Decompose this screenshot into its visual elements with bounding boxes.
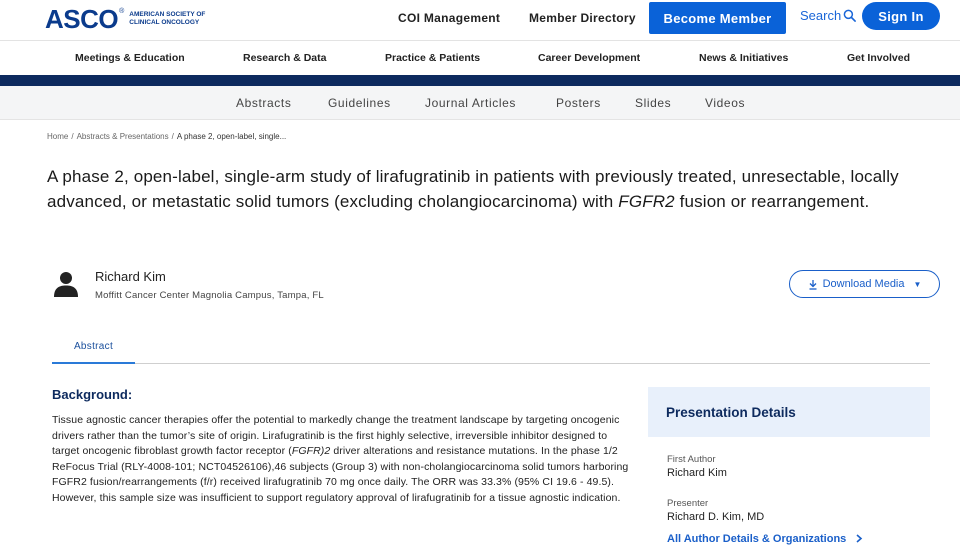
asco-logo[interactable]: ASCO ® American Society of Clinical Onco… <box>45 6 229 32</box>
member-directory-link[interactable]: Member Directory <box>529 11 636 25</box>
main-nav: Meetings & Education Research & Data Pra… <box>0 41 960 75</box>
first-author-value: Richard Kim <box>667 467 727 479</box>
breadcrumb-separator: / <box>171 132 174 141</box>
author-avatar-icon <box>54 272 78 297</box>
search-label: Search <box>800 8 842 23</box>
title-part2: fusion or rearrangement. <box>674 192 870 211</box>
background-text-italic: FGFR)2 <box>291 445 331 458</box>
logo-subtitle-line2: Clinical Oncology <box>129 19 200 26</box>
nav-practice-patients[interactable]: Practice & Patients <box>385 52 480 64</box>
page-title: A phase 2, open-label, single-arm study … <box>47 164 927 214</box>
sign-in-button[interactable]: Sign In <box>862 2 940 30</box>
subnav-videos[interactable]: Videos <box>705 96 745 110</box>
breadcrumb-home[interactable]: Home <box>47 132 68 141</box>
download-media-button[interactable]: Download Media ▼ <box>789 270 940 298</box>
logo-subtitle-line1: American Society of <box>129 11 206 18</box>
presenter-label: Presenter <box>667 498 709 509</box>
panel-title: Presentation Details <box>648 387 930 437</box>
search-button[interactable]: Search <box>800 8 857 23</box>
chevron-right-icon <box>856 534 863 543</box>
sub-nav: Abstracts Guidelines Journal Articles Po… <box>0 86 960 120</box>
subnav-slides[interactable]: Slides <box>635 96 671 110</box>
content-tabs: Abstract <box>52 330 930 364</box>
search-icon <box>843 9 857 22</box>
caret-down-icon: ▼ <box>913 279 922 289</box>
subnav-guidelines[interactable]: Guidelines <box>328 96 391 110</box>
background-text: Tissue agnostic cancer therapies offer t… <box>52 413 632 507</box>
title-gene-italic: FGFR2 <box>618 192 675 211</box>
subnav-abstracts[interactable]: Abstracts <box>236 96 291 110</box>
nav-get-involved[interactable]: Get Involved <box>847 52 910 64</box>
background-heading: Background: <box>52 387 133 402</box>
top-header: ASCO ® American Society of Clinical Onco… <box>0 0 960 41</box>
presentation-details-panel: Presentation Details First Author Richar… <box>648 387 930 558</box>
nav-research-data[interactable]: Research & Data <box>243 52 326 64</box>
breadcrumb: Home / Abstracts & Presentations / A phase 2… <box>47 132 286 141</box>
nav-divider-bar <box>0 75 960 86</box>
author-affiliation: Moffitt Cancer Center Magnolia Campus, T… <box>95 290 324 301</box>
breadcrumb-current: A phase 2, open-label, single... <box>176 132 287 141</box>
presenter-value: Richard D. Kim, MD <box>667 511 765 523</box>
nav-news-initiatives[interactable]: News & Initiatives <box>699 52 788 64</box>
all-author-details-label: All Author Details & Organizations <box>667 533 847 545</box>
download-media-label: Download Media <box>822 278 905 290</box>
nav-career-development[interactable]: Career Development <box>538 52 640 64</box>
download-icon <box>809 279 817 290</box>
breadcrumb-separator: / <box>71 132 74 141</box>
tab-abstract[interactable]: Abstract <box>52 330 135 364</box>
breadcrumb-section[interactable]: Abstracts & Presentations <box>77 132 169 141</box>
logo-wordmark: ASCO <box>45 4 119 34</box>
first-author-label: First Author <box>667 454 716 465</box>
coi-management-link[interactable]: COI Management <box>398 11 500 25</box>
logo-registered-mark: ® <box>119 7 125 15</box>
subnav-journal-articles[interactable]: Journal Articles <box>425 96 516 110</box>
subnav-posters[interactable]: Posters <box>556 96 601 110</box>
all-author-details-link[interactable]: All Author Details & Organizations <box>667 533 863 545</box>
become-member-button[interactable]: Become Member <box>649 2 786 34</box>
nav-meetings-education[interactable]: Meetings & Education <box>75 52 185 64</box>
logo-subtitle: American Society of Clinical Oncology <box>129 11 229 27</box>
author-name: Richard Kim <box>95 269 166 284</box>
